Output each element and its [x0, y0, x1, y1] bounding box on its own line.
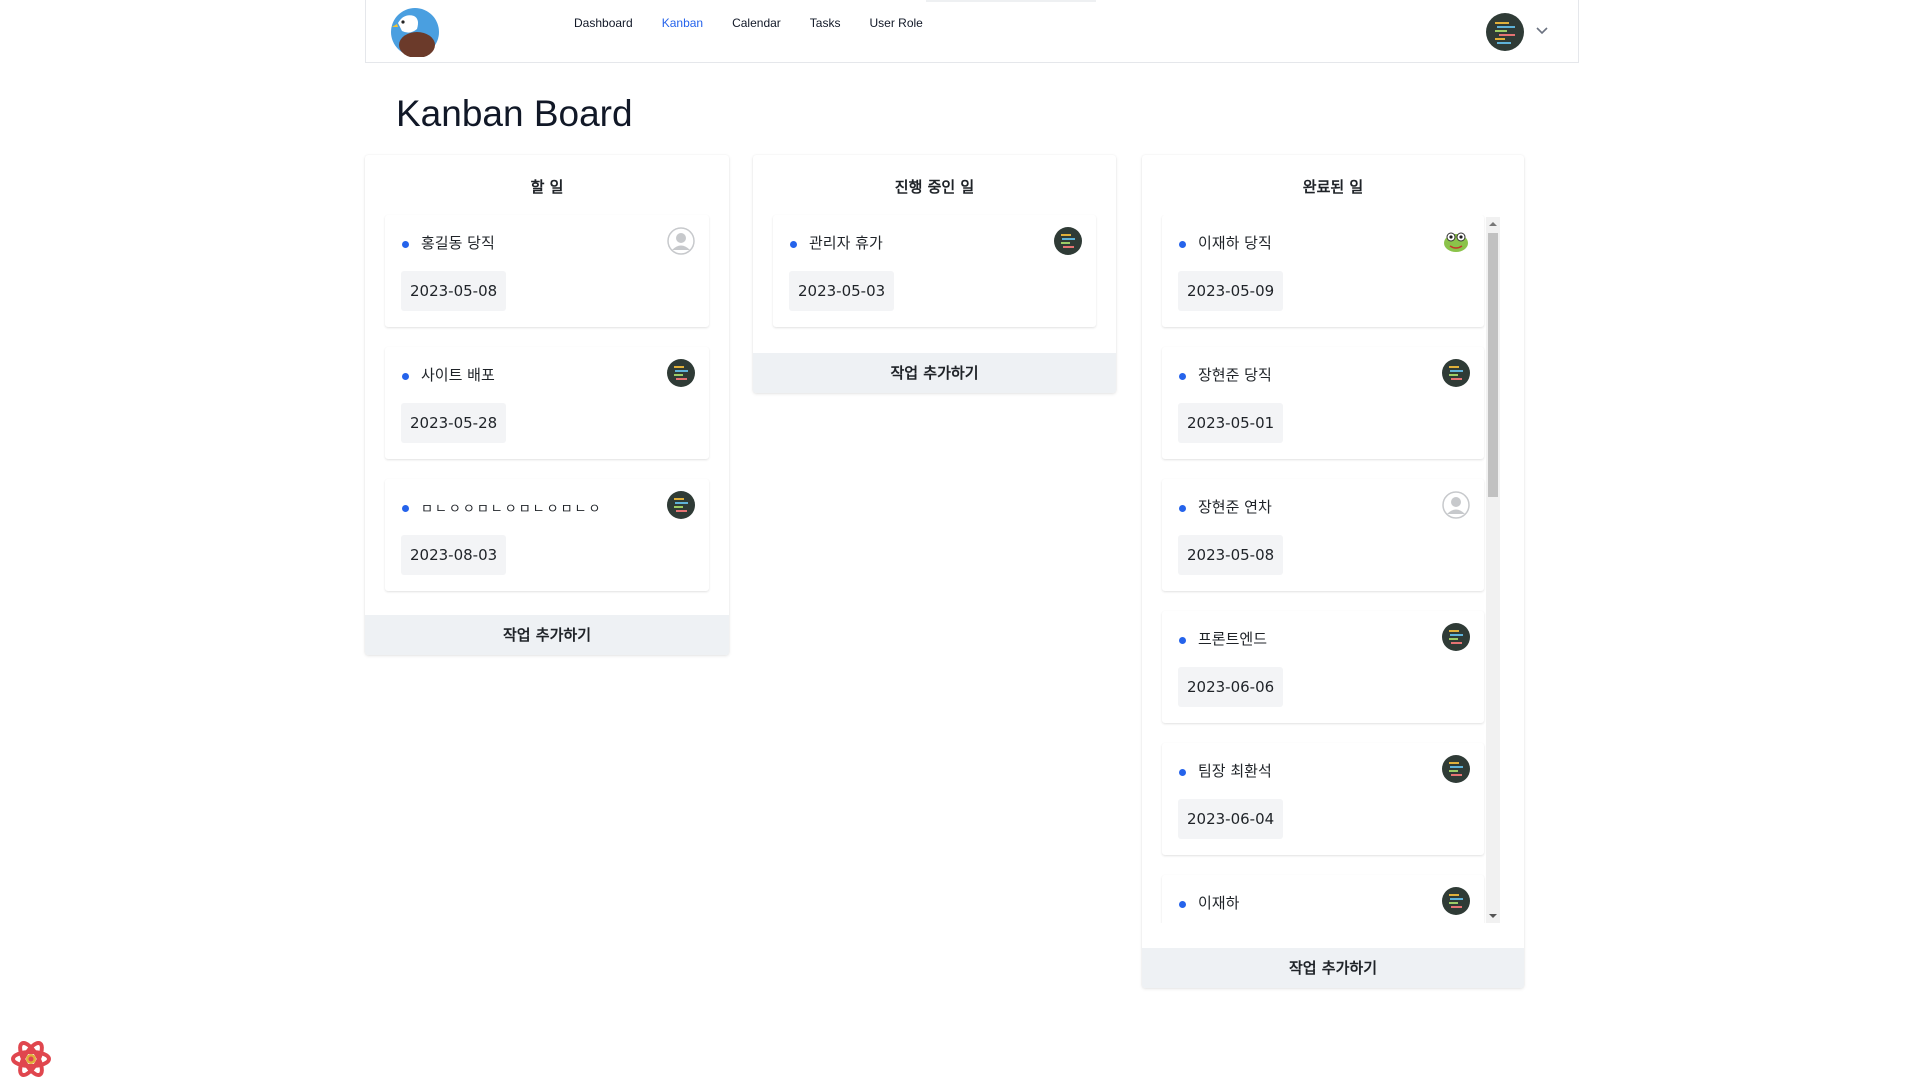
- code-avatar: [1442, 887, 1470, 915]
- kanban-column-in-progress: 진행 중인 일 관리자 휴가 2023-05-03 작업 추가하기: [753, 155, 1116, 393]
- task-date: 2023-08-03: [401, 535, 507, 575]
- code-avatar: [1054, 227, 1082, 255]
- status-dot: [1179, 637, 1186, 644]
- task-card[interactable]: 홍길동 당직 2023-05-08: [385, 215, 709, 327]
- status-dot: [402, 241, 409, 248]
- scroll-down-arrow-icon[interactable]: [1489, 912, 1497, 920]
- page-title: Kanban Board: [396, 93, 633, 134]
- nav-tasks[interactable]: Tasks: [810, 16, 841, 30]
- task-card[interactable]: ㅁㄴㅇㅇㅁㄴㅇㅁㄴㅇㅁㄴㅇ 2023-08-03: [385, 479, 709, 591]
- task-date: 2023-05-03: [789, 271, 895, 311]
- navbar-divider: [926, 0, 1096, 2]
- status-dot: [1179, 769, 1186, 776]
- task-card[interactable]: 장현준 당직 2023-05-01: [1162, 347, 1484, 459]
- scroll-up-arrow-icon[interactable]: [1489, 220, 1497, 228]
- task-date: 2023-05-28: [401, 403, 507, 443]
- code-avatar: [1442, 359, 1470, 387]
- main-nav: Dashboard Kanban Calendar Tasks User Rol…: [574, 16, 952, 30]
- status-dot: [1179, 373, 1186, 380]
- nav-dashboard[interactable]: Dashboard: [574, 16, 633, 30]
- status-dot: [790, 241, 797, 248]
- status-dot: [1179, 505, 1186, 512]
- task-card[interactable]: 팀장 최환석 2023-06-04: [1162, 743, 1484, 855]
- done-column-scrollbar[interactable]: [1486, 217, 1500, 923]
- add-task-button[interactable]: 작업 추가하기: [1142, 948, 1524, 988]
- card-list[interactable]: 이재하 당직 2023-05-09 장현준 당직 2023-05-01 장현준 …: [1142, 215, 1524, 923]
- frog-avatar: [1442, 227, 1470, 255]
- status-dot: [1179, 901, 1186, 908]
- top-navbar: Dashboard Kanban Calendar Tasks User Rol…: [365, 0, 1579, 63]
- status-dot: [402, 505, 409, 512]
- code-avatar: [1442, 755, 1470, 783]
- react-devtools-icon[interactable]: [10, 1038, 52, 1080]
- status-dot: [402, 373, 409, 380]
- default-user-icon: [667, 227, 695, 255]
- column-title: 진행 중인 일: [894, 178, 975, 196]
- code-avatar: [1442, 623, 1470, 651]
- task-card[interactable]: 프론트엔드 2023-06-06: [1162, 611, 1484, 723]
- task-card[interactable]: 이재하: [1162, 875, 1484, 923]
- status-dot: [1179, 241, 1186, 248]
- task-title: ㅁㄴㅇㅇㅁㄴㅇㅁㄴㅇㅁㄴㅇ: [421, 502, 603, 517]
- task-title: 홍길동 당직: [421, 234, 495, 252]
- code-avatar: [667, 491, 695, 519]
- default-user-icon: [1442, 491, 1470, 519]
- task-date: 2023-05-01: [1178, 403, 1284, 443]
- task-title: 장현준 연차: [1198, 498, 1272, 516]
- nav-user-role[interactable]: User Role: [869, 16, 922, 30]
- task-date: 2023-06-06: [1178, 667, 1284, 707]
- chevron-down-icon[interactable]: [1535, 26, 1549, 36]
- eagle-logo-icon[interactable]: [390, 7, 440, 57]
- task-title: 사이트 배포: [421, 366, 495, 384]
- task-card[interactable]: 관리자 휴가 2023-05-03: [773, 215, 1096, 327]
- task-title: 이재하: [1198, 894, 1240, 912]
- task-date: 2023-05-08: [401, 271, 507, 311]
- task-title: 이재하 당직: [1198, 234, 1272, 252]
- code-avatar: [667, 359, 695, 387]
- task-card[interactable]: 장현준 연차 2023-05-08: [1162, 479, 1484, 591]
- scrollbar-thumb[interactable]: [1488, 233, 1498, 497]
- kanban-column-done: 완료된 일 이재하 당직 2023-05-09 장현준 당직 2023-05-0…: [1142, 155, 1524, 988]
- kanban-column-todo: 할 일 홍길동 당직 2023-05-08 사이트 배포 2023-05-28: [365, 155, 729, 655]
- task-card[interactable]: 사이트 배포 2023-05-28: [385, 347, 709, 459]
- nav-calendar[interactable]: Calendar: [732, 16, 781, 30]
- task-date: 2023-05-08: [1178, 535, 1284, 575]
- user-avatar[interactable]: [1486, 13, 1524, 51]
- task-title: 프론트엔드: [1198, 630, 1268, 648]
- task-title: 장현준 당직: [1198, 366, 1272, 384]
- column-title: 완료된 일: [1302, 178, 1364, 196]
- column-title: 할 일: [530, 178, 564, 196]
- add-task-button[interactable]: 작업 추가하기: [753, 353, 1116, 393]
- nav-kanban[interactable]: Kanban: [662, 16, 703, 30]
- task-date: 2023-05-09: [1178, 271, 1284, 311]
- task-title: 관리자 휴가: [809, 234, 883, 252]
- task-date: 2023-06-04: [1178, 799, 1284, 839]
- task-title: 팀장 최환석: [1198, 762, 1272, 780]
- task-card[interactable]: 이재하 당직 2023-05-09: [1162, 215, 1484, 327]
- add-task-button[interactable]: 작업 추가하기: [365, 615, 729, 655]
